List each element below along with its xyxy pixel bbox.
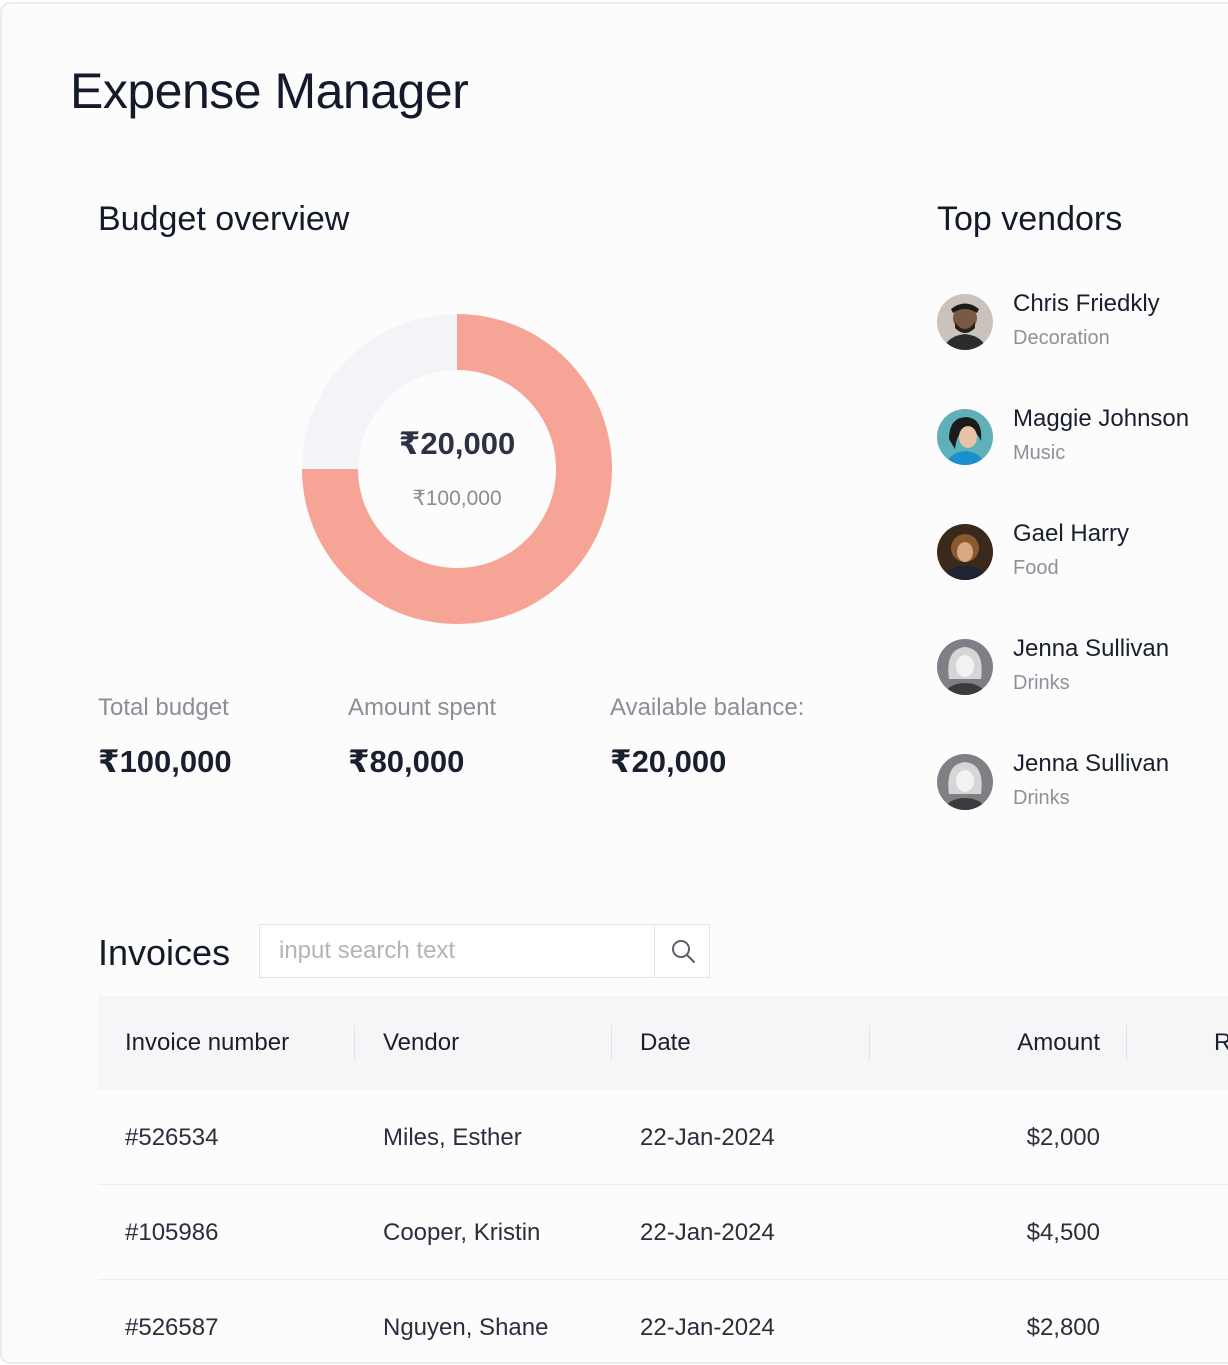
cell-date: 22-Jan-2024 xyxy=(640,1314,775,1341)
column-header-date[interactable]: Date xyxy=(640,996,691,1090)
search-input[interactable] xyxy=(260,925,654,977)
vendor-item[interactable]: Jenna Sullivan Drinks xyxy=(937,635,1228,709)
stat-label: Available balance: xyxy=(610,694,805,721)
cell-invoice-number: #526587 xyxy=(125,1314,219,1341)
stat-label: Total budget xyxy=(98,694,229,721)
cell-invoice-number: #526534 xyxy=(125,1124,219,1151)
search-button[interactable] xyxy=(654,925,710,977)
invoices-title: Invoices xyxy=(98,932,231,973)
column-header-vendor[interactable]: Vendor xyxy=(383,996,459,1090)
stat-value: ₹100,000 xyxy=(98,744,232,779)
vendor-item[interactable]: Chris Friedkly Decoration xyxy=(937,290,1228,364)
table-row[interactable]: #526587 Nguyen, Shane 22-Jan-2024 $2,800 xyxy=(98,1280,1228,1362)
column-divider xyxy=(869,1025,870,1061)
column-header-r[interactable]: R xyxy=(1214,996,1228,1090)
cell-date: 22-Jan-2024 xyxy=(640,1219,775,1246)
table-row[interactable]: #105986 Cooper, Kristin 22-Jan-2024 $4,5… xyxy=(98,1185,1228,1280)
column-header-amount[interactable]: Amount xyxy=(1017,996,1100,1090)
person-avatar-icon xyxy=(937,294,993,350)
cell-amount: $2,800 xyxy=(1026,1314,1100,1341)
stat-available-balance: Available balance: ₹20,000 xyxy=(610,694,804,780)
stat-value: ₹20,000 xyxy=(610,744,727,779)
cell-date: 22-Jan-2024 xyxy=(640,1124,775,1151)
budget-donut-chart: ₹20,000 ₹100,000 xyxy=(300,312,614,626)
invoices-table: Invoice number Vendor Date Amount R #526… xyxy=(98,996,1228,1362)
vendor-item[interactable]: Maggie Johnson Music xyxy=(937,405,1228,479)
column-divider xyxy=(1126,1025,1127,1061)
stat-label: Amount spent xyxy=(348,694,497,721)
vendor-category: Food xyxy=(1013,557,1059,579)
vendor-name: Chris Friedkly xyxy=(1013,290,1160,317)
donut-center-total: ₹100,000 xyxy=(412,487,502,510)
cell-vendor: Cooper, Kristin xyxy=(383,1219,541,1246)
search-icon xyxy=(671,940,695,963)
cell-amount: $2,000 xyxy=(1026,1124,1100,1151)
cell-vendor: Miles, Esther xyxy=(383,1124,522,1151)
column-divider xyxy=(354,1025,355,1061)
donut-center-value: ₹20,000 xyxy=(398,426,516,461)
cell-amount: $4,500 xyxy=(1026,1219,1100,1246)
search-box xyxy=(259,924,710,978)
column-divider xyxy=(611,1025,612,1061)
vendor-category: Decoration xyxy=(1013,327,1110,349)
person-avatar-icon xyxy=(937,524,993,580)
cell-invoice-number: #105986 xyxy=(125,1219,219,1246)
vendor-name: Gael Harry xyxy=(1013,520,1130,547)
cell-vendor: Nguyen, Shane xyxy=(383,1314,549,1341)
page-title: Expense Manager xyxy=(70,63,469,119)
vendor-name: Jenna Sullivan xyxy=(1013,750,1170,777)
vendor-item[interactable]: Gael Harry Food xyxy=(937,520,1228,594)
stat-total-budget: Total budget ₹100,000 xyxy=(98,694,232,780)
stat-value: ₹80,000 xyxy=(348,744,465,779)
person-avatar-icon xyxy=(937,754,993,810)
top-vendors-title: Top vendors xyxy=(937,200,1123,238)
table-header: Invoice number Vendor Date Amount R xyxy=(98,996,1228,1090)
vendor-name: Jenna Sullivan xyxy=(1013,635,1170,662)
vendor-category: Drinks xyxy=(1013,787,1070,809)
vendor-name: Maggie Johnson xyxy=(1013,405,1190,432)
donut-center: ₹20,000 ₹100,000 xyxy=(300,312,614,626)
person-avatar-icon xyxy=(937,639,993,695)
stat-amount-spent: Amount spent ₹80,000 xyxy=(348,694,496,780)
vendor-item[interactable]: Jenna Sullivan Drinks xyxy=(937,750,1228,824)
person-avatar-icon xyxy=(937,409,993,465)
budget-overview-title: Budget overview xyxy=(98,200,350,238)
column-header-invoice-number[interactable]: Invoice number xyxy=(125,996,289,1090)
table-row[interactable]: #526534 Miles, Esther 22-Jan-2024 $2,000 xyxy=(98,1090,1228,1185)
app-window: Expense Manager Budget overview ₹20,000 … xyxy=(0,2,1228,1364)
vendor-category: Music xyxy=(1013,442,1066,464)
vendor-category: Drinks xyxy=(1013,672,1070,694)
